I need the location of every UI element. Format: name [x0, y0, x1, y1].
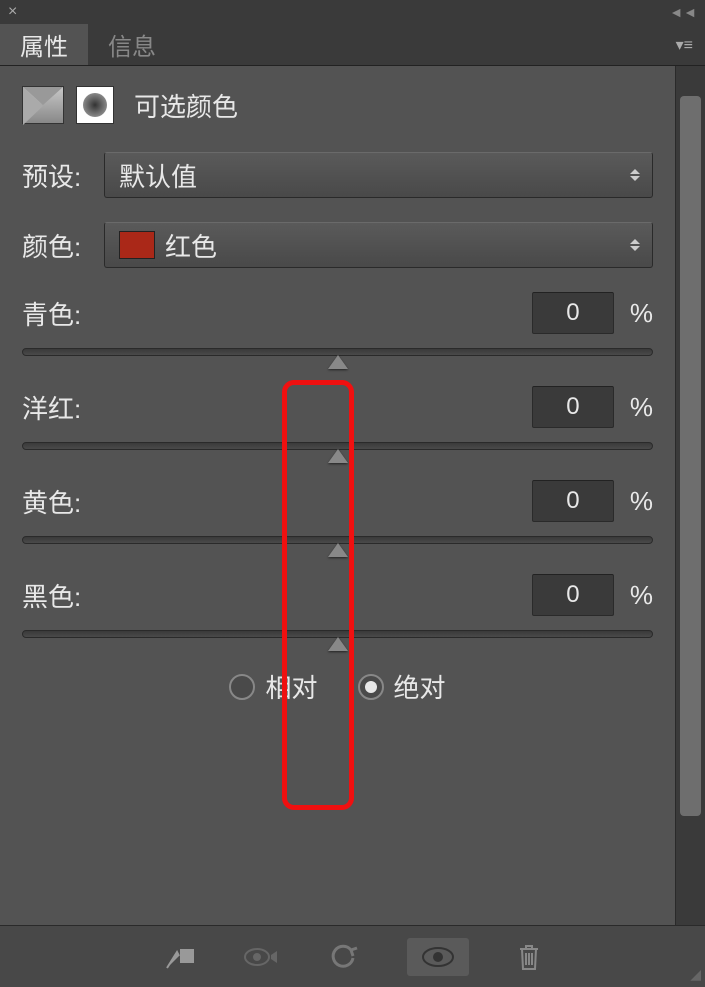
radio-relative-label: 相对: [265, 668, 317, 705]
selective-color-panel: × ◄◄ 属性 信息 ▾≡ 可选颜色 预设: 默认值: [0, 0, 705, 987]
color-row: 颜色: 红色: [22, 222, 653, 268]
slider-yellow: 黄色: %: [22, 480, 653, 544]
clip-to-layer-icon[interactable]: [165, 944, 195, 970]
sliders: 青色: % 洋红: %: [22, 292, 653, 638]
slider-black: 黑色: %: [22, 574, 653, 638]
slider-unit: %: [630, 580, 653, 611]
method-row: 相对 绝对: [22, 668, 653, 705]
color-value: 红色: [165, 227, 217, 264]
preset-row: 预设: 默认值: [22, 152, 653, 198]
color-dropdown[interactable]: 红色: [104, 222, 653, 268]
preset-value: 默认值: [119, 157, 197, 194]
collapse-icon[interactable]: ◄◄: [669, 4, 697, 20]
radio-icon: [358, 674, 384, 700]
slider-cyan: 青色: %: [22, 292, 653, 356]
resize-grip-icon[interactable]: ◢: [690, 966, 701, 983]
preset-dropdown[interactable]: 默认值: [104, 152, 653, 198]
mask-icon[interactable]: [76, 86, 114, 124]
slider-label: 青色:: [22, 295, 81, 332]
slider-yellow-input[interactable]: [532, 480, 614, 522]
slider-label: 洋红:: [22, 389, 81, 426]
slider-unit: %: [630, 298, 653, 329]
slider-handle-icon[interactable]: [328, 449, 348, 463]
panel-menu-icon[interactable]: ▾≡: [664, 35, 705, 55]
bottom-toolbar: ◢: [0, 925, 705, 987]
slider-cyan-track[interactable]: [22, 348, 653, 356]
content: 可选颜色 预设: 默认值 颜色: 红色: [0, 66, 675, 925]
tab-info[interactable]: 信息: [88, 24, 176, 65]
visibility-icon[interactable]: [407, 938, 469, 976]
view-previous-icon[interactable]: [243, 945, 281, 969]
slider-magenta-input[interactable]: [532, 386, 614, 428]
dropdown-arrows-icon: [630, 169, 640, 181]
adjustment-title: 可选颜色: [134, 87, 238, 124]
title-bar: × ◄◄: [0, 0, 705, 24]
slider-black-input[interactable]: [532, 574, 614, 616]
slider-handle-icon[interactable]: [328, 637, 348, 651]
color-label: 颜色:: [22, 227, 92, 264]
slider-black-track[interactable]: [22, 630, 653, 638]
tabs: 属性 信息 ▾≡: [0, 24, 705, 66]
adjustment-type-icon[interactable]: [22, 86, 64, 124]
radio-icon: [229, 674, 255, 700]
slider-handle-icon[interactable]: [328, 543, 348, 557]
color-swatch: [119, 231, 155, 259]
adjustment-header: 可选颜色: [22, 86, 653, 124]
scrollbar-thumb[interactable]: [680, 96, 701, 816]
slider-handle-icon[interactable]: [328, 355, 348, 369]
tab-properties[interactable]: 属性: [0, 24, 88, 65]
scrollbar[interactable]: [675, 66, 705, 925]
close-icon[interactable]: ×: [8, 3, 17, 21]
content-wrapper: 可选颜色 预设: 默认值 颜色: 红色: [0, 66, 705, 925]
preset-label: 预设:: [22, 157, 92, 194]
slider-cyan-input[interactable]: [532, 292, 614, 334]
slider-unit: %: [630, 486, 653, 517]
slider-unit: %: [630, 392, 653, 423]
radio-absolute-label: 绝对: [394, 668, 446, 705]
radio-absolute[interactable]: 绝对: [358, 668, 446, 705]
slider-magenta: 洋红: %: [22, 386, 653, 450]
slider-label: 黄色:: [22, 483, 81, 520]
trash-icon[interactable]: [517, 943, 541, 971]
radio-relative[interactable]: 相对: [229, 668, 317, 705]
slider-magenta-track[interactable]: [22, 442, 653, 450]
dropdown-arrows-icon: [630, 239, 640, 251]
reset-icon[interactable]: [329, 944, 359, 970]
slider-label: 黑色:: [22, 577, 81, 614]
slider-yellow-track[interactable]: [22, 536, 653, 544]
